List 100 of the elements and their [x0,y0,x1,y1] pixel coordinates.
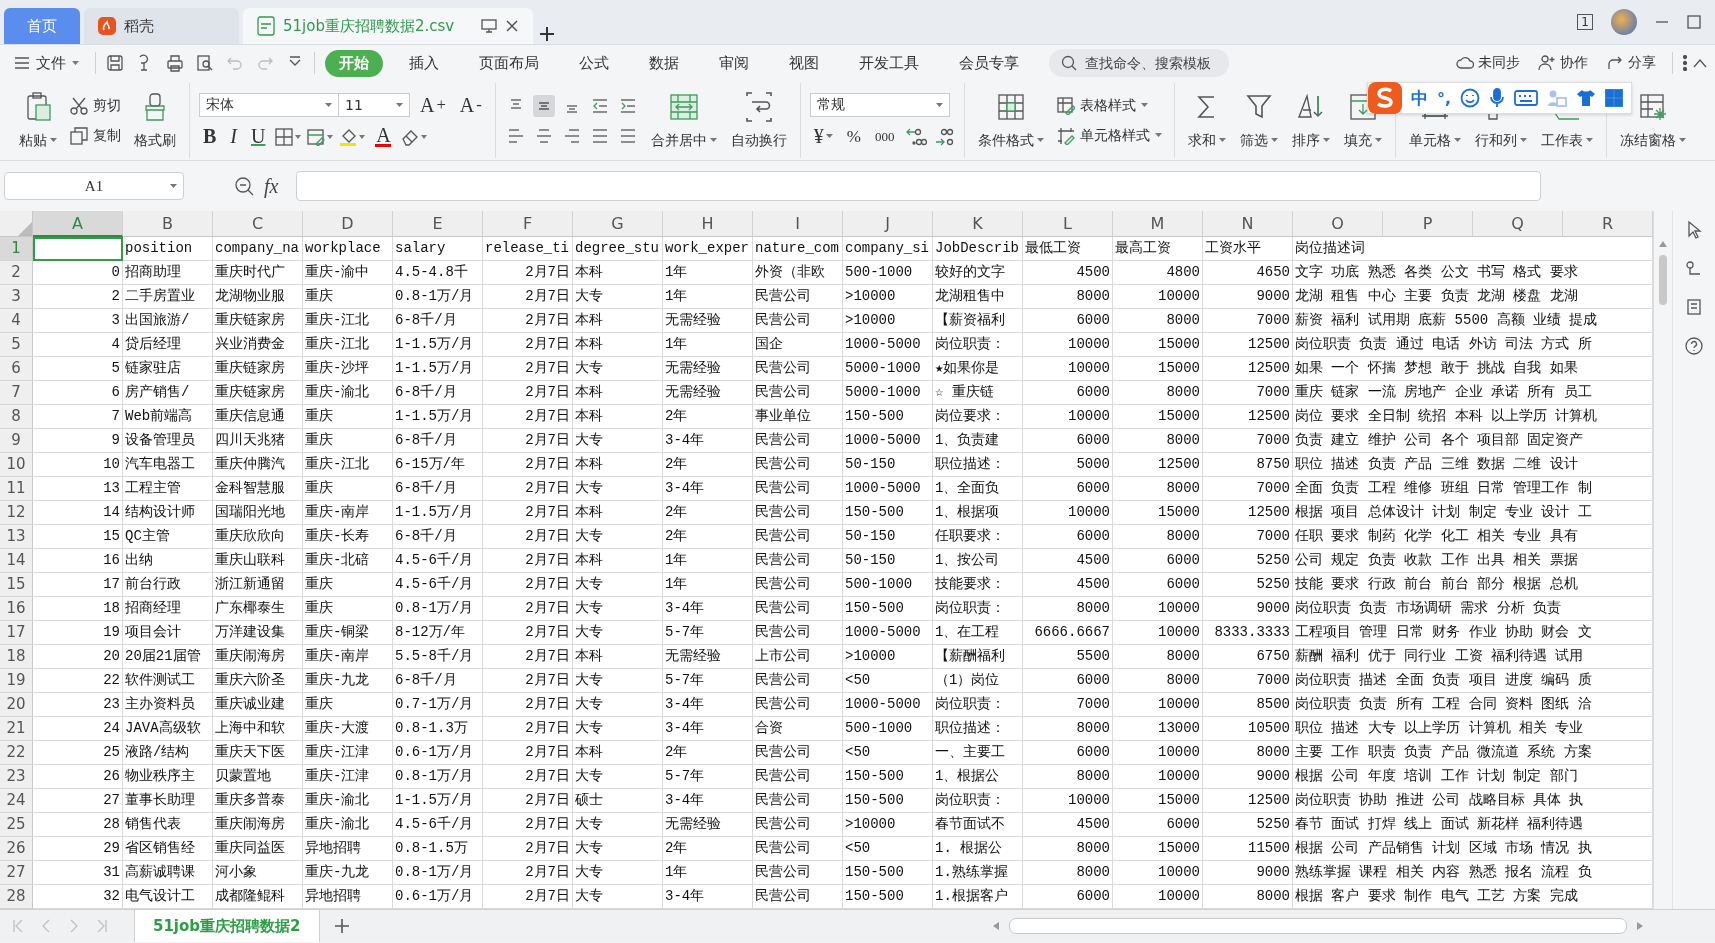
row-header[interactable]: 7 [0,381,33,405]
cell-format-icon[interactable] [307,127,334,146]
active-cell[interactable] [33,237,123,261]
row-header[interactable]: 9 [0,429,33,453]
row-header[interactable]: 11 [0,477,33,501]
name-box[interactable]: A1 [4,172,184,200]
row-header[interactable]: 14 [0,549,33,573]
apps-grid-icon[interactable] [1605,89,1624,107]
column-header[interactable]: M [1113,211,1203,237]
column-header[interactable]: I [753,211,843,237]
menu-tab[interactable]: 会员专享 [945,49,1033,77]
ribbon-button[interactable]: 剪切 [67,94,124,117]
column-header[interactable]: F [483,211,573,237]
borders-icon[interactable] [275,127,302,146]
row-header[interactable]: 28 [0,885,33,909]
zoom-formula-icon[interactable] [234,176,254,196]
ribbon-button[interactable]: 复制 [67,124,124,147]
print-icon[interactable] [166,54,184,72]
row-header[interactable]: 16 [0,597,33,621]
column-header[interactable]: K [933,211,1023,237]
column-header[interactable]: J [843,211,933,237]
font-size-select[interactable]: 11 [338,93,410,117]
row-header[interactable]: 26 [0,837,33,861]
column-header[interactable]: O [1293,211,1383,237]
avatar[interactable] [1611,9,1637,35]
toolbar-action[interactable]: 分享 [1600,53,1662,73]
tab[interactable]: 稻壳 [84,8,239,44]
toolbar-action[interactable]: 协作 [1532,53,1594,73]
row-header[interactable]: 22 [0,741,33,765]
microphone-icon[interactable] [1489,88,1506,108]
ribbon-button[interactable]: 条件格式 [973,89,1048,152]
number-format-select[interactable]: 常规 [809,93,950,117]
new-tab-icon[interactable] [537,24,557,44]
input-mode[interactable]: 中 [1411,86,1428,110]
punctuation-mode[interactable]: °, [1437,88,1452,108]
ribbon-button[interactable]: 表格样式 [1053,94,1165,117]
menu-tab[interactable]: 开发工具 [845,49,933,77]
font-color-button[interactable]: A [371,126,396,147]
scrollbar-thumb[interactable] [1659,255,1667,305]
search-field[interactable]: 查找命令、搜索模板 [1049,49,1229,77]
increase-decimal-icon[interactable] [904,126,927,147]
row-header[interactable]: 5 [0,333,33,357]
column-header[interactable]: N [1203,211,1293,237]
menu-tab[interactable]: 插入 [395,49,453,77]
menu-tab[interactable]: 数据 [635,49,693,77]
row-header[interactable]: 18 [0,645,33,669]
row-header[interactable]: 23 [0,765,33,789]
horizontal-scrollbar[interactable] [1009,918,1627,934]
scroll-left-icon[interactable] [993,922,999,930]
font-select[interactable]: 宋体 [199,93,339,117]
menu-tab[interactable]: 审阅 [705,49,763,77]
more-icon[interactable] [1683,55,1687,71]
row-header[interactable]: 2 [0,261,33,285]
column-header[interactable]: L [1023,211,1113,237]
row-header[interactable]: 19 [0,669,33,693]
column-header[interactable]: C [213,211,303,237]
menu-tab[interactable]: 公式 [565,49,623,77]
ribbon-button[interactable]: 粘贴 [15,89,61,152]
ribbon-button[interactable]: 单元格样式 [1053,124,1165,147]
row-header[interactable]: 6 [0,357,33,381]
column-header[interactable]: E [393,211,483,237]
row-header[interactable]: 8 [0,405,33,429]
help-icon[interactable] [1685,337,1703,355]
row-header[interactable]: 13 [0,525,33,549]
ribbon-button[interactable]: 求和 [1183,89,1230,152]
toolbar-action[interactable]: 未同步 [1450,53,1526,73]
row-header[interactable]: 27 [0,861,33,885]
thousands-button[interactable]: 000 [871,128,899,145]
ribbon-button[interactable]: 格式刷 [130,89,180,152]
pointer-icon[interactable] [1686,221,1702,239]
column-header[interactable]: Q [1473,211,1563,237]
close-icon[interactable] [505,19,519,33]
monitor-icon[interactable] [481,19,497,33]
scroll-right-icon[interactable] [1637,922,1643,930]
italic-button[interactable]: I [226,125,241,148]
column-header[interactable]: R [1563,211,1653,237]
shapes-icon[interactable] [1686,261,1702,277]
ribbon-button[interactable]: 筛选 [1235,89,1282,152]
align-middle-icon[interactable] [532,94,555,117]
keyboard-icon[interactable] [1514,90,1539,106]
function-button[interactable]: fx [264,174,279,198]
underline-button[interactable]: U [247,125,270,148]
row-header[interactable]: 17 [0,621,33,645]
formula-input[interactable] [296,171,1541,201]
scroll-up-icon[interactable] [1659,241,1667,247]
row-header[interactable]: 15 [0,573,33,597]
menu-tab[interactable]: 视图 [775,49,833,77]
document-icon[interactable] [1686,299,1702,315]
emoji-icon[interactable] [1460,88,1481,108]
file-menu[interactable]: 文件 [8,53,85,73]
bold-button[interactable]: B [199,125,221,148]
ribbon-button[interactable]: 合并居中 [646,89,721,152]
sheet-tab[interactable]: 51job重庆招聘数据2 [134,910,320,942]
maximize-icon[interactable] [1687,15,1701,29]
print-preview-icon[interactable] [196,54,214,72]
row-header[interactable]: 21 [0,717,33,741]
ribbon-button[interactable]: 排序 [1287,89,1334,152]
percent-button[interactable]: % [842,126,866,147]
tab[interactable]: 51job重庆招聘数据2.csv [243,8,533,44]
row-header[interactable]: 12 [0,501,33,525]
